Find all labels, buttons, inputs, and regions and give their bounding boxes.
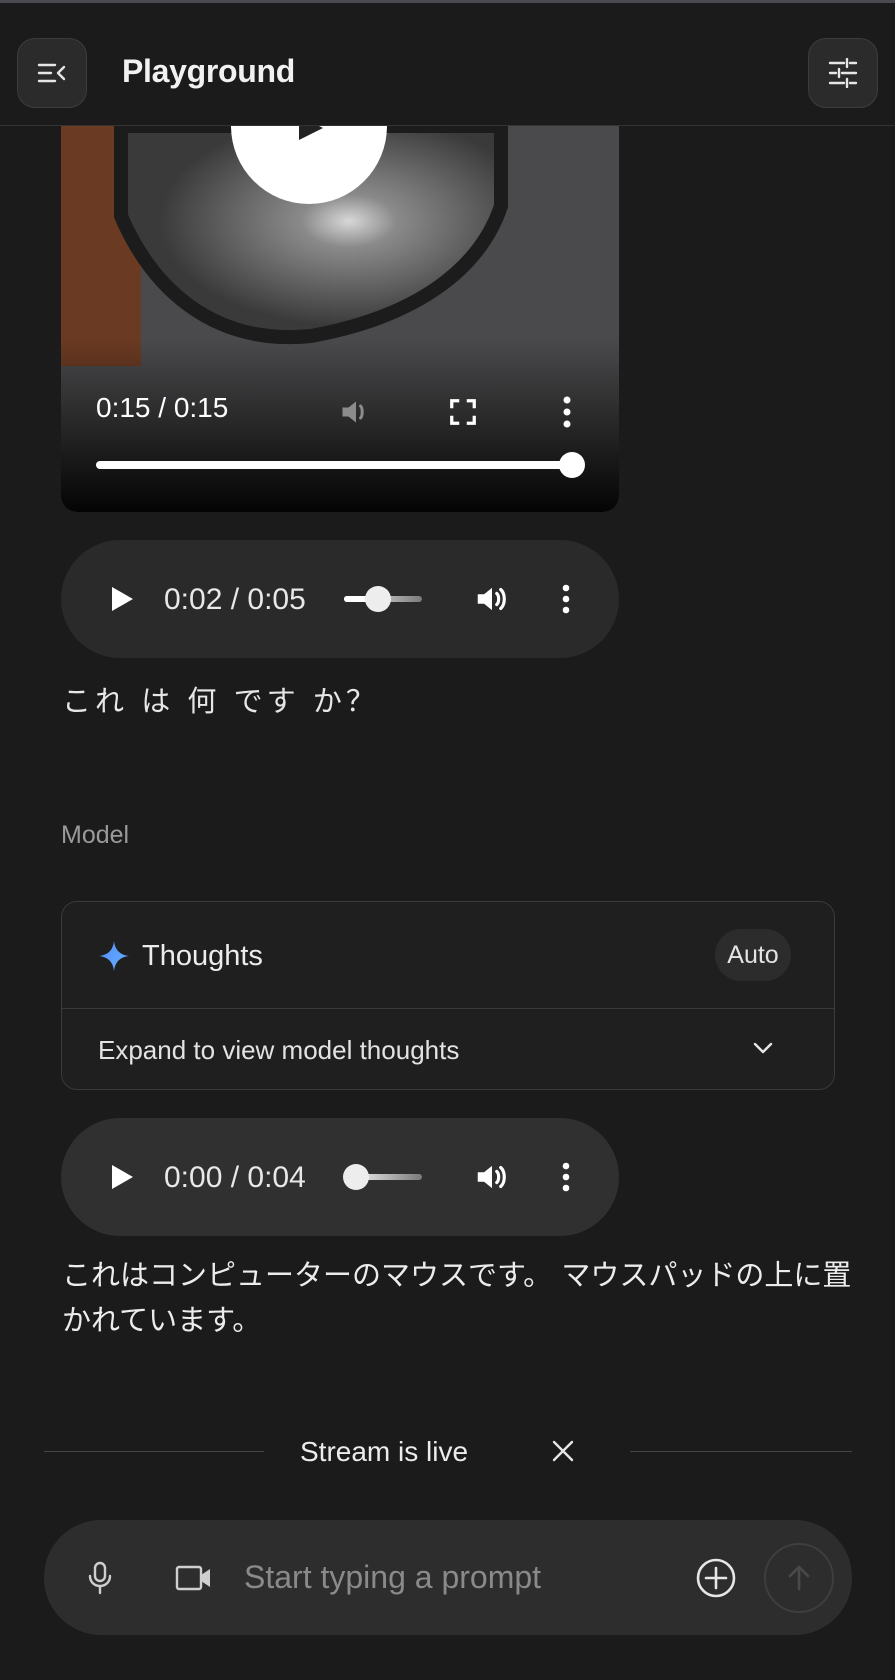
videocam-icon — [175, 1565, 210, 1591]
thoughts-panel: Thoughts Auto Expand to view model thoug… — [61, 901, 835, 1090]
audio-seek-thumb[interactable] — [343, 1164, 369, 1190]
fullscreen-button[interactable] — [441, 390, 485, 434]
stream-status: Stream is live — [300, 1436, 469, 1467]
sparkle-icon — [99, 941, 129, 971]
tune-icon — [828, 58, 858, 88]
audio-more-button[interactable] — [545, 1156, 587, 1198]
audio-seek-thumb[interactable] — [365, 586, 391, 612]
play-icon — [112, 1165, 133, 1189]
expand-thoughts-button[interactable] — [745, 1030, 781, 1066]
menu-button[interactable] — [17, 38, 87, 108]
audio-play-button[interactable] — [105, 582, 139, 616]
close-icon — [552, 1440, 574, 1462]
thoughts-auto-badge: Auto — [715, 929, 791, 981]
more-vert-icon — [562, 1162, 570, 1192]
video-frame — [61, 126, 619, 512]
video-mute-button[interactable] — [334, 390, 378, 434]
volume-icon — [477, 1165, 506, 1189]
user-audio-player[interactable]: 0:02 / 0:05 — [61, 540, 619, 658]
video-progress-thumb[interactable] — [559, 452, 585, 478]
expand-thoughts-label[interactable]: Expand to view model thoughts — [98, 1035, 459, 1066]
video-more-button[interactable] — [545, 390, 589, 434]
user-message-text: これ は 何 です か？ — [62, 684, 379, 718]
add-circle-icon — [696, 1558, 736, 1598]
play-icon — [112, 587, 133, 611]
audio-time: 0:00 / 0:04 — [164, 1161, 306, 1194]
send-button[interactable] — [764, 1543, 834, 1613]
audio-volume-button[interactable] — [471, 578, 513, 620]
divider-left — [44, 1451, 264, 1452]
prompt-bar — [44, 1520, 852, 1635]
divider-right — [630, 1451, 852, 1452]
model-role-label: Model — [61, 821, 130, 849]
page-title: Playground — [122, 53, 296, 89]
thoughts-header: Thoughts Auto — [62, 902, 834, 1009]
audio-more-button[interactable] — [545, 578, 587, 620]
prompt-input[interactable] — [244, 1552, 714, 1602]
app-header: Playground — [0, 3, 895, 126]
menu-collapse-icon — [37, 63, 66, 83]
video-progress-track[interactable] — [96, 461, 574, 469]
stop-stream-button[interactable] — [544, 1432, 582, 1470]
audio-volume-button[interactable] — [471, 1156, 513, 1198]
audio-play-button[interactable] — [105, 1160, 139, 1194]
model-audio-player[interactable]: 0:00 / 0:04 — [61, 1118, 619, 1236]
volume-icon — [477, 587, 506, 611]
more-vert-icon — [563, 396, 571, 428]
chevron-down-icon — [753, 1042, 773, 1054]
microphone-icon — [88, 1561, 112, 1595]
volume-muted-icon — [342, 401, 364, 423]
fullscreen-icon — [450, 399, 476, 425]
video-time: 0:15 / 0:15 — [96, 392, 229, 423]
thoughts-title: Thoughts — [142, 940, 263, 972]
audio-time: 0:02 / 0:05 — [164, 583, 306, 616]
add-media-button[interactable] — [692, 1554, 740, 1602]
run-settings-button[interactable] — [808, 38, 878, 108]
model-response-text: これはコンピューターのマウスです。 マウスパッドの上に置かれています。 — [62, 1258, 852, 1337]
microphone-button[interactable] — [78, 1556, 122, 1600]
more-vert-icon — [562, 584, 570, 614]
arrow-up-icon — [788, 1565, 810, 1591]
camera-button[interactable] — [170, 1556, 218, 1600]
video-player[interactable]: 0:15 / 0:15 — [61, 126, 619, 512]
